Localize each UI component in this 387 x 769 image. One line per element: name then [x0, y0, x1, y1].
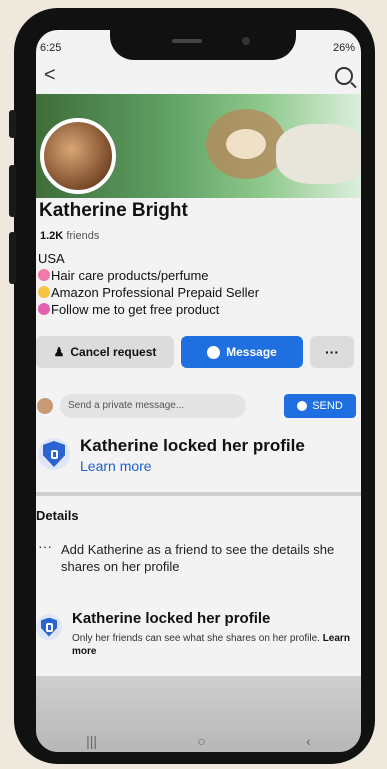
- hearts-icon: [38, 303, 50, 315]
- person-x-icon: ♟: [53, 345, 65, 359]
- shield-icon: [38, 438, 70, 470]
- bio-line: Amazon Professional Prepaid Seller: [38, 284, 259, 301]
- phone-volume-up: [9, 165, 16, 217]
- friends-count[interactable]: 1.2K friends: [40, 230, 99, 242]
- top-nav: <: [36, 64, 361, 92]
- bio-line: Follow me to get free product: [38, 301, 259, 318]
- flower-icon: [38, 269, 50, 281]
- home-icon[interactable]: ○: [197, 733, 205, 749]
- cancel-request-button[interactable]: ♟ Cancel request: [36, 336, 174, 368]
- friends-number: 1.2K: [40, 230, 64, 242]
- more-options-button[interactable]: ···: [310, 336, 354, 368]
- screen: 6:25 26% < Katherine Bright 1.2K friends…: [36, 30, 361, 752]
- message-button[interactable]: Message: [181, 336, 303, 368]
- private-message-input[interactable]: Send a private message...: [60, 394, 246, 418]
- back-arrow-icon[interactable]: <: [44, 64, 56, 87]
- phone-notch: [110, 30, 296, 60]
- bio-line: Hair care products/perfume: [38, 267, 259, 284]
- send-button[interactable]: SEND: [284, 394, 356, 418]
- details-text: Add Katherine as a friend to see the det…: [61, 542, 335, 574]
- learn-more-link[interactable]: Learn more: [80, 458, 152, 474]
- sun-icon: [38, 286, 50, 298]
- bio-line: USA: [38, 251, 65, 266]
- details-heading: Details: [36, 508, 79, 523]
- locked-card-title: Katherine locked her profile: [72, 610, 271, 627]
- messenger-icon: [297, 401, 308, 411]
- private-message-row: Send a private message... SEND: [36, 394, 361, 420]
- phone-side-button: [9, 110, 16, 138]
- my-avatar: [37, 398, 53, 414]
- friends-label: friends: [66, 230, 100, 242]
- phone-volume-down: [9, 232, 16, 284]
- status-time: 6:25: [40, 42, 62, 54]
- section-divider: [36, 492, 361, 496]
- profile-name: Katherine Bright: [39, 200, 188, 221]
- profile-bio: USA Hair care products/perfume Amazon Pr…: [38, 250, 259, 318]
- locked-profile-card: Katherine locked her profile Only her fr…: [36, 608, 361, 674]
- system-nav-bar: ||| ○ ‹: [36, 730, 361, 752]
- avatar[interactable]: [40, 118, 116, 194]
- back-icon[interactable]: ‹: [306, 733, 311, 749]
- shield-icon: [36, 614, 62, 640]
- recent-apps-icon[interactable]: |||: [86, 733, 97, 749]
- search-icon[interactable]: [335, 67, 353, 85]
- locked-profile-banner: Katherine locked her profile Learn more: [36, 434, 361, 486]
- locked-title: Katherine locked her profile: [80, 436, 305, 455]
- locked-card-desc: Only her friends can see what she shares…: [72, 633, 350, 657]
- messenger-icon: [207, 345, 221, 359]
- more-dots-icon: ···: [38, 538, 52, 554]
- status-battery: 26%: [332, 42, 355, 54]
